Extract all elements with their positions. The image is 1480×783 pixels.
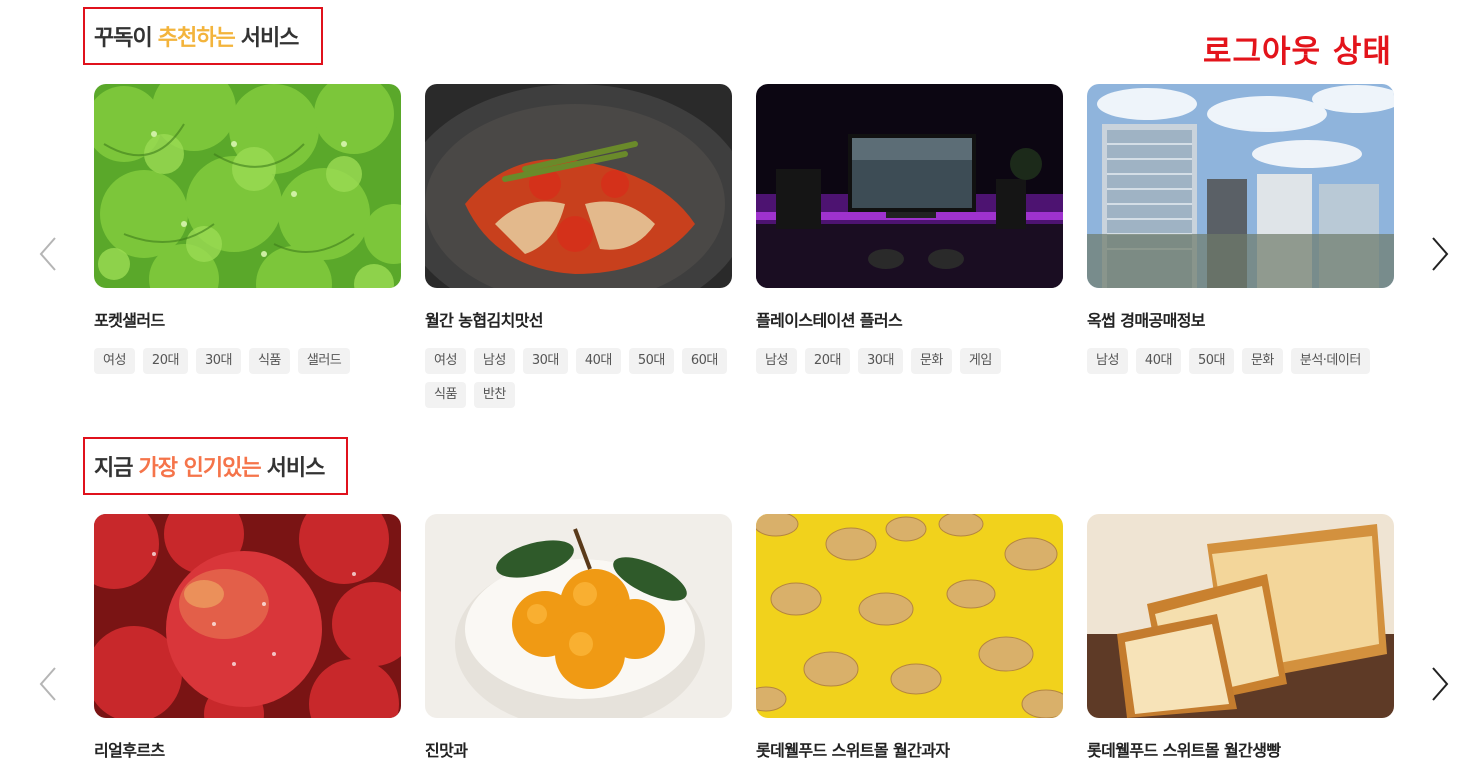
service-card[interactable]: 리얼후르츠 [94, 514, 401, 761]
service-title: 롯데웰푸드 스위트몰 월간과자 [756, 741, 950, 760]
tag[interactable]: 식품 [425, 382, 466, 408]
service-thumbnail-kimchi [425, 84, 732, 288]
service-card[interactable]: 롯데웰푸드 스위트몰 월간과자 [756, 514, 1063, 761]
service-thumbnail-apples [94, 514, 401, 718]
tag[interactable]: 30대 [522, 348, 568, 374]
logout-status-annotation: 로그아웃 상태 [1203, 34, 1392, 70]
tag[interactable]: 문화 [910, 348, 952, 374]
tag[interactable]: 30대 [195, 348, 241, 374]
service-card[interactable]: 월간 농협김치맛선 여성 남성 30대 40대 50대 60대 식품 반찬 [425, 84, 732, 408]
carousel-prev-button[interactable] [36, 664, 60, 704]
service-thumbnail-city-buildings [1087, 84, 1394, 288]
service-thumbnail-persimmons [425, 514, 732, 718]
title-suffix: 서비스 [240, 26, 300, 51]
tag[interactable]: 60대 [681, 348, 727, 374]
service-title: 옥썹 경매공매정보 [1087, 311, 1206, 330]
chevron-right-icon [1432, 237, 1449, 271]
recommended-section-title: 꾸독이 추천하는 서비스 [83, 7, 323, 65]
service-title: 월간 농협김치맛선 [425, 311, 544, 330]
tag[interactable]: 30대 [857, 348, 903, 374]
tag-list: 남성 40대 50대 문화 분석·데이터 [1087, 348, 1402, 374]
title-prefix: 지금 [94, 456, 133, 481]
tag[interactable]: 20대 [142, 348, 188, 374]
carousel-next-button[interactable] [1428, 234, 1452, 274]
tag[interactable]: 문화 [1241, 348, 1283, 374]
tag[interactable]: 여성 [94, 348, 135, 374]
service-title: 포켓샐러드 [94, 311, 165, 330]
tag[interactable]: 식품 [248, 348, 290, 374]
tag[interactable]: 남성 [756, 348, 797, 374]
tag[interactable]: 반찬 [473, 382, 515, 408]
tag[interactable]: 게임 [959, 348, 1001, 374]
tag[interactable]: 40대 [575, 348, 621, 374]
service-title: 롯데웰푸드 스위트몰 월간생빵 [1087, 741, 1281, 760]
tag-list: 여성 남성 30대 40대 50대 60대 식품 반찬 [425, 348, 740, 408]
service-title: 플레이스테이션 플러스 [756, 311, 903, 330]
tag[interactable]: 분석·데이터 [1290, 348, 1370, 374]
service-thumbnail-bread [1087, 514, 1394, 718]
service-title: 리얼후르츠 [94, 741, 165, 760]
tag[interactable]: 20대 [804, 348, 850, 374]
title-highlight: 가장 인기있는 [138, 456, 261, 481]
tag-list: 남성 20대 30대 문화 게임 [756, 348, 1071, 374]
tag[interactable]: 여성 [425, 348, 466, 374]
service-card[interactable]: 옥썹 경매공매정보 남성 40대 50대 문화 분석·데이터 [1087, 84, 1394, 374]
tag[interactable]: 남성 [473, 348, 515, 374]
service-thumbnail-gaming-setup [756, 84, 1063, 288]
service-thumbnail-lettuce [94, 84, 401, 288]
title-prefix: 꾸독이 [94, 26, 153, 51]
chevron-left-icon [39, 667, 56, 701]
title-highlight: 추천하는 [157, 26, 236, 51]
title-suffix: 서비스 [266, 456, 326, 481]
carousel-prev-button[interactable] [36, 234, 60, 274]
service-card[interactable]: 롯데웰푸드 스위트몰 월간생빵 [1087, 514, 1394, 761]
service-card[interactable]: 플레이스테이션 플러스 남성 20대 30대 문화 게임 [756, 84, 1063, 374]
service-thumbnail-chips [756, 514, 1063, 718]
tag[interactable]: 50대 [628, 348, 674, 374]
service-card[interactable]: 진맛과 [425, 514, 732, 761]
service-title: 진맛과 [425, 741, 468, 760]
popular-section-title: 지금 가장 인기있는 서비스 [83, 437, 348, 495]
tag-list: 여성 20대 30대 식품 샐러드 [94, 348, 409, 374]
chevron-right-icon [1432, 667, 1449, 701]
service-card[interactable]: 포켓샐러드 여성 20대 30대 식품 샐러드 [94, 84, 401, 374]
tag[interactable]: 남성 [1087, 348, 1128, 374]
carousel-next-button[interactable] [1428, 664, 1452, 704]
chevron-left-icon [39, 237, 56, 271]
tag[interactable]: 40대 [1135, 348, 1181, 374]
tag[interactable]: 샐러드 [297, 348, 351, 374]
tag[interactable]: 50대 [1188, 348, 1234, 374]
